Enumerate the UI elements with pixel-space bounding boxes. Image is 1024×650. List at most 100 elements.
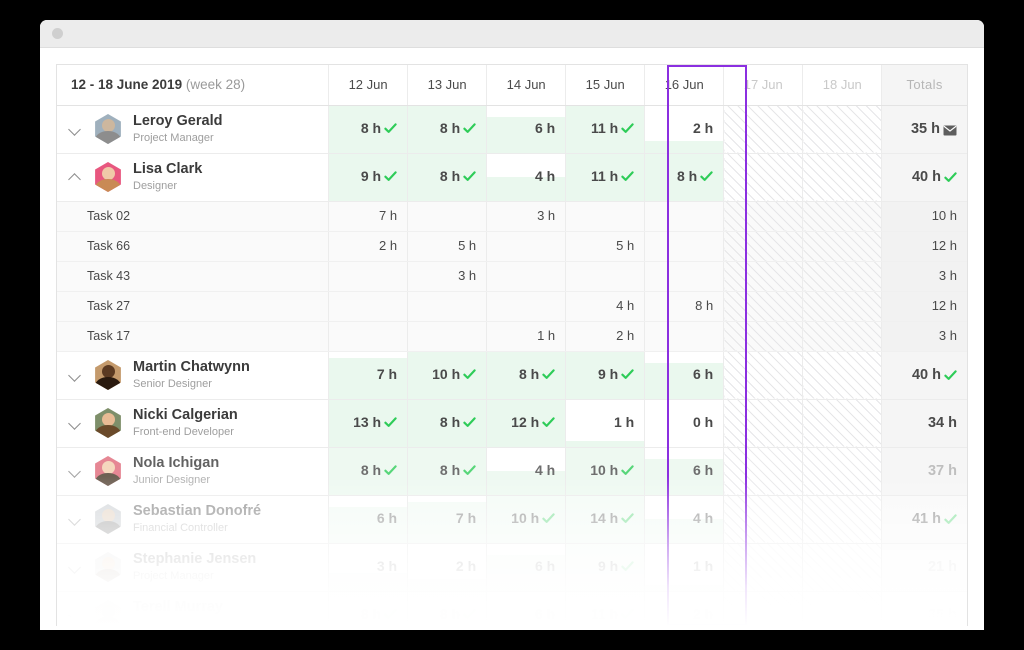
- hours-cell[interactable]: [329, 321, 408, 351]
- person-cell[interactable]: Nola IchiganJunior Designer: [57, 447, 329, 495]
- hours-cell[interactable]: 7 h: [329, 351, 408, 399]
- hours-cell[interactable]: 2 h: [645, 591, 724, 626]
- hours-cell[interactable]: 8 h: [408, 447, 487, 495]
- hours-cell[interactable]: 6 h: [645, 447, 724, 495]
- hours-cell[interactable]: [487, 261, 566, 291]
- chevron-down-icon[interactable]: [67, 415, 83, 431]
- total-cell[interactable]: 40 h: [882, 153, 967, 201]
- hours-cell[interactable]: 4 h: [487, 153, 566, 201]
- chevron-down-icon[interactable]: [67, 121, 83, 137]
- person-row[interactable]: Nola IchiganJunior Designer8 h8 h4 h10 h…: [57, 447, 967, 495]
- hours-cell[interactable]: [408, 321, 487, 351]
- hours-cell[interactable]: 6 h: [487, 543, 566, 591]
- person-row[interactable]: Sebastian DonofréFinancial Controller6 h…: [57, 495, 967, 543]
- total-cell[interactable]: 12 h: [882, 291, 967, 321]
- hours-cell[interactable]: [487, 291, 566, 321]
- task-name[interactable]: Task 27: [57, 291, 329, 321]
- hours-cell[interactable]: 9 h: [566, 351, 645, 399]
- hours-cell[interactable]: 1 h: [487, 321, 566, 351]
- avatar[interactable]: [93, 360, 123, 390]
- person-cell[interactable]: Lisa ClarkDesigner: [57, 153, 329, 201]
- chevron-down-icon[interactable]: [67, 607, 83, 623]
- total-cell[interactable]: 3 h: [882, 261, 967, 291]
- window-dot[interactable]: [52, 28, 63, 39]
- task-row[interactable]: Task 43 3 h 3 h: [57, 261, 967, 291]
- hours-cell[interactable]: 7 h: [408, 495, 487, 543]
- hours-cell[interactable]: 10 h: [408, 351, 487, 399]
- chevron-down-icon[interactable]: [67, 511, 83, 527]
- person-row[interactable]: Terell MurrayProject Manager8 h8 h6 h11 …: [57, 591, 967, 626]
- hours-cell[interactable]: [329, 261, 408, 291]
- hours-cell[interactable]: 9 h: [329, 153, 408, 201]
- hours-cell[interactable]: 6 h: [487, 105, 566, 153]
- task-row[interactable]: Task 171 h2 h3 h: [57, 321, 967, 351]
- total-cell[interactable]: 21 h: [882, 543, 967, 591]
- hours-cell[interactable]: 6 h: [329, 495, 408, 543]
- hours-cell[interactable]: 9 h: [566, 543, 645, 591]
- chevron-down-icon[interactable]: [67, 463, 83, 479]
- total-cell[interactable]: 40 h: [882, 351, 967, 399]
- hours-cell[interactable]: [487, 231, 566, 261]
- person-cell[interactable]: Stephanie JensenProject Manager: [57, 543, 329, 591]
- person-cell[interactable]: Nicki CalgerianFront-end Developer: [57, 399, 329, 447]
- hours-cell[interactable]: [408, 201, 487, 231]
- hours-cell[interactable]: [645, 201, 724, 231]
- hours-cell[interactable]: 8 h: [408, 399, 487, 447]
- hours-cell[interactable]: [645, 321, 724, 351]
- hours-cell[interactable]: [645, 231, 724, 261]
- total-cell[interactable]: 35 h: [882, 591, 967, 626]
- hours-cell[interactable]: 14 h: [566, 495, 645, 543]
- hours-cell[interactable]: 1 h: [566, 399, 645, 447]
- hours-cell[interactable]: 8 h: [487, 351, 566, 399]
- hours-cell[interactable]: [645, 261, 724, 291]
- avatar[interactable]: [93, 504, 123, 534]
- total-cell[interactable]: 10 h: [882, 201, 967, 231]
- hours-cell[interactable]: 5 h: [408, 231, 487, 261]
- person-row[interactable]: Stephanie JensenProject Manager3 h2 h6 h…: [57, 543, 967, 591]
- hours-cell[interactable]: [329, 291, 408, 321]
- hours-cell[interactable]: 7 h: [329, 201, 408, 231]
- person-cell[interactable]: Leroy GeraldProject Manager: [57, 105, 329, 153]
- task-row[interactable]: Task 662 h5 h5 h12 h: [57, 231, 967, 261]
- hours-cell[interactable]: 10 h: [487, 495, 566, 543]
- hours-cell[interactable]: 3 h: [329, 543, 408, 591]
- chevron-down-icon[interactable]: [67, 559, 83, 575]
- day-header-14-jun[interactable]: 14 Jun: [487, 65, 566, 105]
- hours-cell[interactable]: 11 h: [566, 105, 645, 153]
- hours-cell[interactable]: 4 h: [487, 447, 566, 495]
- hours-cell[interactable]: 2 h: [566, 321, 645, 351]
- mail-icon[interactable]: [943, 124, 957, 135]
- hours-cell[interactable]: 8 h: [408, 153, 487, 201]
- hours-cell[interactable]: 4 h: [645, 495, 724, 543]
- hours-cell[interactable]: 11 h: [566, 153, 645, 201]
- total-cell[interactable]: 37 h: [882, 447, 967, 495]
- hours-cell[interactable]: 4 h: [566, 291, 645, 321]
- hours-cell[interactable]: 1 h: [645, 543, 724, 591]
- hours-cell[interactable]: 8 h: [408, 105, 487, 153]
- hours-cell[interactable]: 0 h: [645, 399, 724, 447]
- task-name[interactable]: Task 66: [57, 231, 329, 261]
- task-name[interactable]: Task 43: [57, 261, 329, 291]
- day-header-12-jun[interactable]: 12 Jun: [329, 65, 408, 105]
- hours-cell[interactable]: 3 h: [487, 201, 566, 231]
- day-header-16-jun[interactable]: 16 Jun: [645, 65, 724, 105]
- hours-cell[interactable]: 8 h: [329, 105, 408, 153]
- hours-cell[interactable]: 2 h: [408, 543, 487, 591]
- person-cell[interactable]: Martin ChatwynnSenior Designer: [57, 351, 329, 399]
- hours-cell[interactable]: 3 h: [408, 261, 487, 291]
- day-header-18-jun[interactable]: 18 Jun: [803, 65, 882, 105]
- hours-cell[interactable]: 12 h: [487, 399, 566, 447]
- hours-cell[interactable]: 8 h: [329, 591, 408, 626]
- task-name[interactable]: Task 02: [57, 201, 329, 231]
- hours-cell[interactable]: 2 h: [645, 105, 724, 153]
- person-cell[interactable]: Terell MurrayProject Manager: [57, 591, 329, 626]
- hours-cell[interactable]: [408, 291, 487, 321]
- hours-cell[interactable]: 6 h: [645, 351, 724, 399]
- hours-cell[interactable]: 8 h: [645, 291, 724, 321]
- hours-cell[interactable]: 11 h: [566, 591, 645, 626]
- avatar[interactable]: [93, 600, 123, 626]
- hours-cell[interactable]: 8 h: [645, 153, 724, 201]
- person-row[interactable]: Nicki CalgerianFront-end Developer13 h8 …: [57, 399, 967, 447]
- hours-cell[interactable]: 5 h: [566, 231, 645, 261]
- day-header-15-jun[interactable]: 15 Jun: [566, 65, 645, 105]
